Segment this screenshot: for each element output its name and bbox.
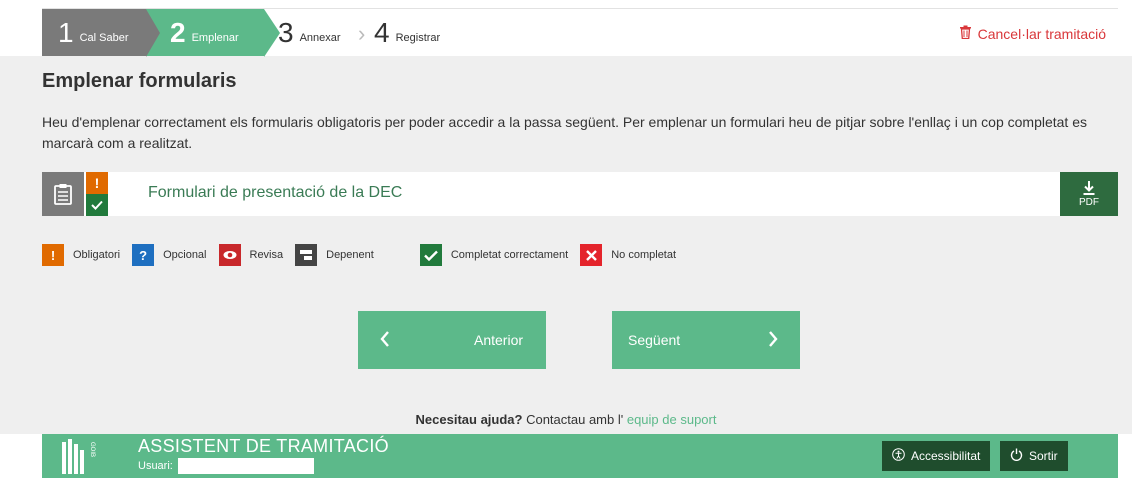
clipboard-icon (42, 172, 84, 216)
main-content: Emplenar formularis Heu d'emplenar corre… (0, 56, 1132, 434)
logout-label: Sortir (1029, 449, 1058, 463)
legend-label: Completat correctament (450, 249, 569, 261)
next-button[interactable]: Següent (612, 311, 800, 369)
step-registrar[interactable]: 4 Registrar (374, 9, 484, 57)
check-icon (419, 244, 442, 266)
step-number: 3 (278, 17, 294, 48)
help-question: Necesitau ajuda? (415, 412, 523, 427)
cancel-label: Cancel·lar tramitació (977, 26, 1106, 42)
trash-icon (959, 25, 972, 43)
step-label: Annexar (299, 32, 341, 44)
form-link[interactable]: Formulari de presentació de la DEC (148, 184, 402, 202)
step-label: Emplenar (191, 32, 239, 44)
legend-label: Depenent (326, 249, 374, 261)
form-row: ! Formulari de presentació de la DEC PDF (42, 172, 1118, 216)
next-label: Següent (628, 332, 681, 348)
chevron-right-icon: › (358, 21, 366, 46)
footer: GOIB ASSISTENT DE TRAMITACIÓ Usuari: Acc… (42, 434, 1118, 478)
question-icon: ? (132, 244, 155, 266)
step-label: Registrar (395, 32, 441, 44)
mandatory-icon: ! (42, 244, 64, 266)
step-emplenar[interactable]: 2 Emplenar (146, 9, 280, 57)
accessibility-label: Accessibilitat (911, 449, 981, 463)
legend-item-obligatori: ! Obligatori (42, 244, 120, 266)
app-title: ASSISTENT DE TRAMITACIÓ (138, 436, 389, 456)
logo-text: GOIB (89, 442, 95, 457)
legend-item-completat: Completat correctament (419, 244, 569, 266)
legend: ! Obligatori ? Opcional Revisa Depenent … (42, 244, 688, 266)
user-value (178, 458, 314, 474)
legend-item-depenent: Depenent (295, 244, 374, 266)
logout-button[interactable]: Sortir (1000, 441, 1068, 471)
support-link[interactable]: equip de suport (627, 412, 717, 427)
power-icon (1010, 448, 1023, 464)
legend-item-opcional: ? Opcional (132, 244, 207, 266)
download-icon (1083, 180, 1095, 197)
cancel-button[interactable]: Cancel·lar tramitació (959, 25, 1106, 43)
pdf-label: PDF (1079, 196, 1099, 208)
chevron-left-icon (380, 327, 390, 353)
step-cal-saber[interactable]: 1 Cal Saber (42, 9, 160, 57)
download-pdf-button[interactable]: PDF (1060, 172, 1118, 216)
mandatory-icon: ! (86, 172, 108, 194)
legend-label: Obligatori (73, 249, 121, 261)
help-body: Contactau amb l' (522, 412, 627, 427)
cross-icon (580, 244, 603, 266)
step-annexar[interactable]: 3 Annexar (278, 9, 358, 57)
goib-logo: GOIB (56, 436, 96, 476)
legend-label: Opcional (163, 249, 207, 261)
help-text: Necesitau ajuda? Contactau amb l' equip … (0, 412, 1132, 427)
step-number: 4 (374, 17, 390, 48)
step-label: Cal Saber (79, 32, 129, 44)
step-number: 2 (170, 17, 186, 48)
legend-label: Revisa (249, 249, 284, 261)
accessibility-button[interactable]: Accessibilitat (882, 441, 991, 471)
chevron-right-icon (768, 327, 778, 353)
legend-item-revisa: Revisa (218, 244, 284, 266)
legend-item-no-completat: No completat (580, 244, 676, 266)
legend-label: No completat (611, 249, 677, 261)
step-number: 1 (58, 17, 74, 48)
check-icon (86, 194, 108, 216)
page-title: Emplenar formularis (42, 70, 237, 92)
previous-button[interactable]: Anterior (358, 311, 546, 369)
form-status-badges: ! (86, 172, 108, 216)
eye-icon (218, 244, 241, 266)
previous-label: Anterior (474, 332, 524, 348)
user-label: Usuari: (138, 460, 173, 472)
accessibility-icon (892, 448, 905, 464)
dependent-icon (295, 244, 318, 266)
page-description: Heu d'emplenar correctament els formular… (42, 114, 1087, 151)
step-bar: 1 Cal Saber 2 Emplenar 3 Annexar › 4 Reg… (42, 8, 1118, 57)
